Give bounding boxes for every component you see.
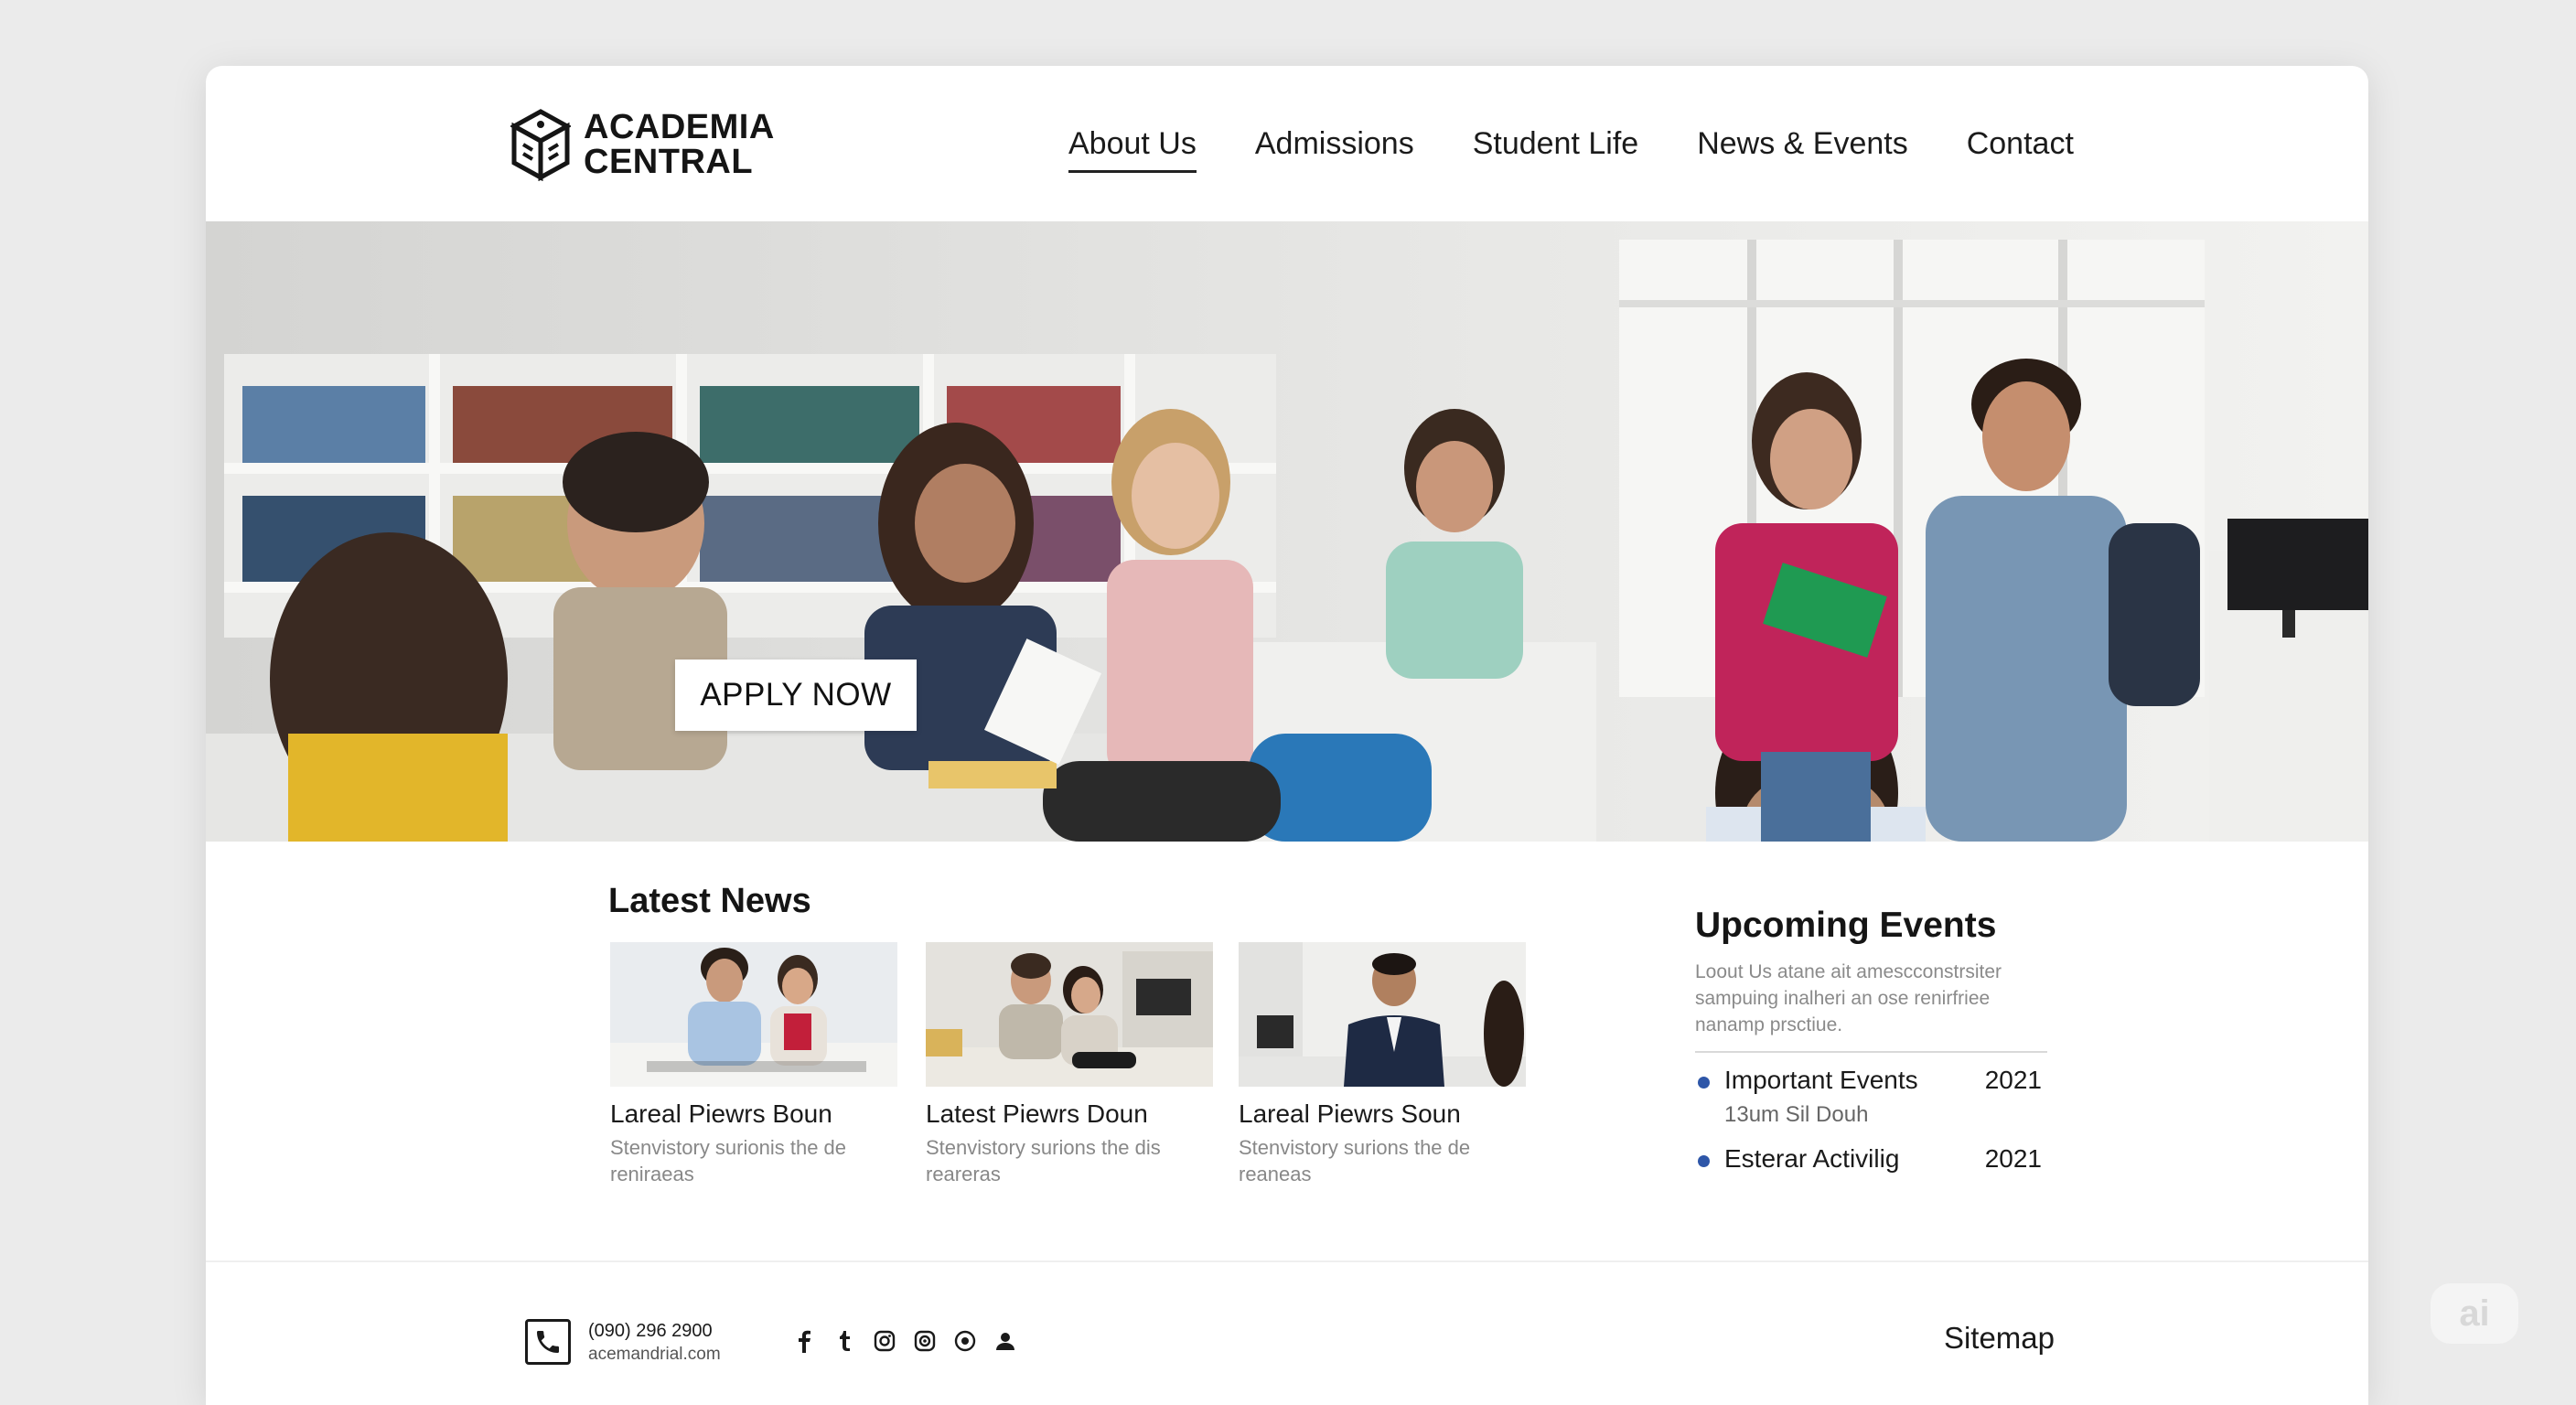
instagram-icon[interactable] bbox=[870, 1326, 899, 1356]
event-item[interactable]: Esterar Activilig 2021 bbox=[1695, 1144, 2047, 1177]
event-name: Esterar Activilig bbox=[1724, 1144, 1900, 1173]
news-card[interactable]: Lareal Piewrs Boun Stenvistory surionis … bbox=[610, 942, 897, 1187]
news-description: Stenvistory surions the de reaneas bbox=[1239, 1136, 1471, 1185]
cube-logo-icon bbox=[510, 109, 571, 181]
social-links bbox=[789, 1326, 1031, 1356]
bullet-icon bbox=[1698, 1155, 1710, 1167]
ai-watermark: ai bbox=[2431, 1283, 2518, 1344]
footer-divider bbox=[206, 1260, 2368, 1262]
news-headline: Latest Piewrs Doun bbox=[926, 1099, 1148, 1128]
event-name: Important Events bbox=[1724, 1066, 1918, 1094]
news-card[interactable]: Lareal Piewrs Soun Stenvistory surions t… bbox=[1239, 942, 1526, 1187]
phone-number[interactable]: (090) 296 2900 bbox=[588, 1319, 721, 1343]
nav-admissions[interactable]: Admissions bbox=[1255, 126, 1414, 162]
brand-line-2: CENTRAL bbox=[584, 143, 754, 181]
news-thumbnail bbox=[1239, 942, 1526, 1087]
news-description: Stenvistory surions the dis reareras bbox=[926, 1136, 1161, 1185]
sitemap-link[interactable]: Sitemap bbox=[1944, 1321, 2055, 1356]
brand-name: ACADEMIA CENTRAL bbox=[584, 110, 775, 179]
news-headline: Lareal Piewrs Boun bbox=[610, 1099, 832, 1128]
brand-line-1: ACADEMIA bbox=[584, 108, 775, 146]
news-thumbnail bbox=[926, 942, 1213, 1087]
nav-contact[interactable]: Contact bbox=[1967, 126, 2074, 162]
news-card[interactable]: Latest Piewrs Doun Stenvistory surions t… bbox=[926, 942, 1213, 1187]
site-header: ACADEMIA CENTRAL About Us Admissions Stu… bbox=[206, 66, 2368, 221]
news-thumbnail bbox=[610, 942, 897, 1087]
hero-banner: APPLY NOW bbox=[206, 221, 2368, 842]
event-detail: 13um Sil Douh bbox=[1724, 1102, 1869, 1127]
apply-now-button[interactable]: APPLY NOW bbox=[675, 660, 917, 731]
site-logo[interactable]: ACADEMIA CENTRAL bbox=[510, 108, 775, 181]
bullet-icon bbox=[1698, 1077, 1710, 1089]
phone-icon bbox=[525, 1319, 571, 1365]
tumblr-icon[interactable] bbox=[830, 1326, 859, 1356]
contact-info: (090) 296 2900 acemandrial.com bbox=[588, 1319, 721, 1367]
latest-news-heading: Latest News bbox=[608, 882, 811, 920]
event-year: 2021 bbox=[1984, 1066, 2042, 1094]
nav-news-events[interactable]: News & Events bbox=[1697, 126, 1908, 162]
upcoming-events-heading: Upcoming Events bbox=[1695, 906, 1997, 945]
nav-student-life[interactable]: Student Life bbox=[1473, 126, 1638, 162]
event-item[interactable]: Important Events 2021 bbox=[1695, 1066, 2047, 1099]
upcoming-events-description: Loout Us atane ait amescconstrsiter samp… bbox=[1695, 961, 2002, 1035]
user-icon[interactable] bbox=[991, 1326, 1020, 1356]
nav-about-us[interactable]: About Us bbox=[1068, 126, 1197, 173]
hero-photo bbox=[206, 221, 2368, 842]
facebook-icon[interactable] bbox=[789, 1326, 819, 1356]
event-year: 2021 bbox=[1984, 1144, 2042, 1173]
target-icon[interactable] bbox=[950, 1326, 980, 1356]
camera-icon[interactable] bbox=[910, 1326, 939, 1356]
main-nav: About Us Admissions Student Life News & … bbox=[1068, 66, 2074, 221]
news-description: Stenvistory surionis the de reniraeas bbox=[610, 1136, 847, 1185]
divider bbox=[1695, 1051, 2047, 1053]
upcoming-events-panel: Upcoming Events Loout Us atane ait amesc… bbox=[1695, 906, 2047, 1177]
website-window: ACADEMIA CENTRAL About Us Admissions Stu… bbox=[206, 66, 2368, 1405]
news-headline: Lareal Piewrs Soun bbox=[1239, 1099, 1461, 1128]
email-address[interactable]: acemandrial.com bbox=[588, 1343, 721, 1367]
